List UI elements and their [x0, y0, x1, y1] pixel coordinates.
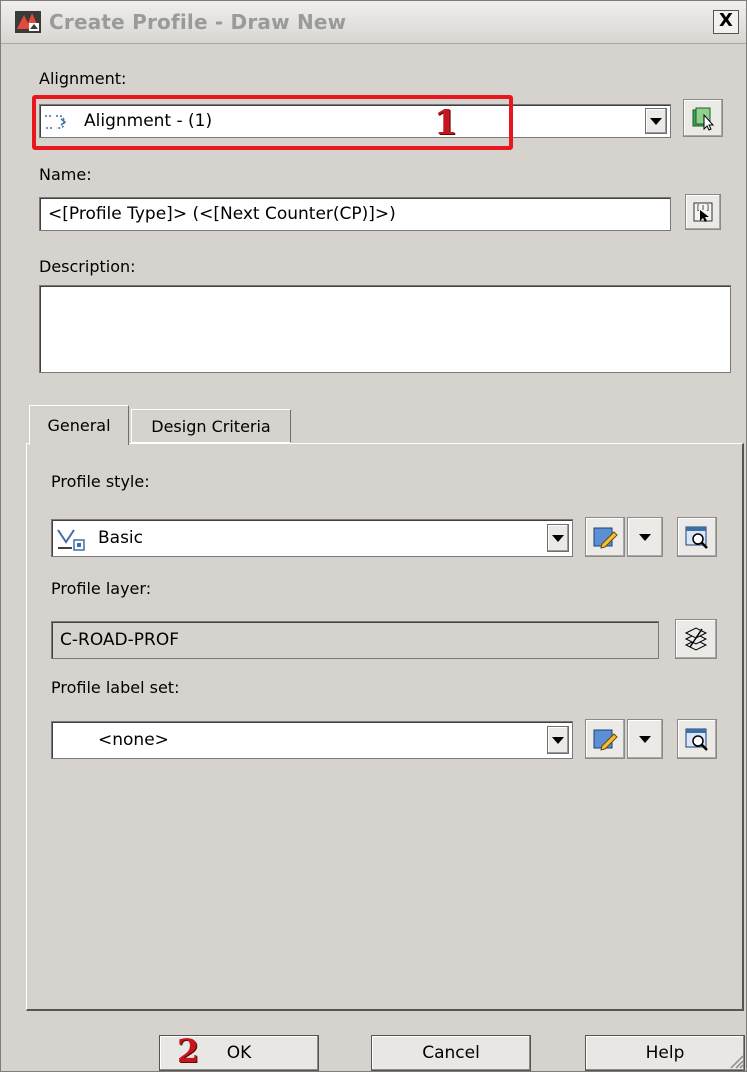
- name-input[interactable]: <[Profile Type]> (<[Next Counter(CP)]>): [39, 197, 671, 231]
- title-bar[interactable]: Create Profile - Draw New X: [1, 1, 746, 44]
- description-textarea[interactable]: [39, 285, 731, 373]
- create-profile-dialog: Create Profile - Draw New X Alignment: A…: [0, 0, 747, 1072]
- profile-label-set-label: Profile label set:: [51, 678, 180, 697]
- profile-label-set-dropdown[interactable]: <none>: [51, 721, 573, 759]
- edit-style-icon: [593, 527, 618, 549]
- tab-general-label: General: [47, 416, 111, 435]
- help-button[interactable]: Help: [585, 1035, 745, 1071]
- preview-label-set-button[interactable]: [677, 719, 717, 759]
- svg-text:[ I ]: [ I ]: [697, 204, 709, 212]
- name-value: <[Profile Type]> (<[Next Counter(CP)]>): [48, 204, 396, 224]
- chevron-down-icon: [639, 735, 651, 743]
- label-set-options-button[interactable]: [627, 719, 663, 759]
- preview-icon: [685, 728, 708, 751]
- close-button[interactable]: X: [713, 10, 739, 34]
- layers-icon: [684, 627, 708, 651]
- profile-style-value: Basic: [98, 528, 144, 548]
- alignment-dropdown-arrow[interactable]: [645, 108, 667, 134]
- profile-layer-field: C-ROAD-PROF: [51, 621, 659, 659]
- civil3d-app-icon: [15, 11, 41, 33]
- profile-layer-label: Profile layer:: [51, 579, 152, 598]
- name-label: Name:: [39, 165, 92, 184]
- alignment-label: Alignment:: [39, 69, 127, 88]
- profile-label-set-dropdown-arrow[interactable]: [547, 726, 569, 754]
- preview-profile-style-button[interactable]: [677, 517, 717, 557]
- callout-1: 1: [434, 103, 458, 143]
- profile-style-dropdown-arrow[interactable]: [547, 524, 569, 552]
- profile-style-options-button[interactable]: [627, 517, 663, 557]
- profile-layer-value: C-ROAD-PROF: [60, 630, 179, 650]
- name-template-icon: [ I ]: [693, 202, 713, 222]
- preview-icon: [685, 526, 708, 549]
- profile-style-label: Profile style:: [51, 472, 150, 491]
- name-template-button[interactable]: [ I ]: [685, 194, 721, 230]
- cancel-button[interactable]: Cancel: [371, 1035, 531, 1071]
- callout-2: 2: [177, 1032, 200, 1070]
- pick-from-drawing-icon: [692, 107, 715, 131]
- tab-general[interactable]: General: [29, 405, 129, 445]
- description-label: Description:: [39, 257, 136, 276]
- edit-style-icon: [593, 729, 618, 751]
- resize-grip-icon[interactable]: [726, 1051, 744, 1069]
- edit-label-set-button[interactable]: [585, 719, 625, 759]
- pick-alignment-button[interactable]: [683, 99, 723, 137]
- tab-design-criteria[interactable]: Design Criteria: [131, 409, 291, 443]
- tab-design-criteria-label: Design Criteria: [151, 416, 271, 436]
- profile-label-set-value: <none>: [98, 730, 169, 750]
- window-title: Create Profile - Draw New: [49, 10, 347, 34]
- profile-layer-button[interactable]: [675, 619, 717, 659]
- ok-button-label: OK: [226, 1043, 252, 1063]
- edit-profile-style-button[interactable]: [585, 517, 625, 557]
- cancel-button-label: Cancel: [422, 1043, 480, 1063]
- help-button-label: Help: [645, 1043, 685, 1063]
- profile-style-dropdown[interactable]: Basic: [51, 519, 573, 557]
- profile-style-icon: [57, 529, 85, 551]
- chevron-down-icon: [639, 533, 651, 541]
